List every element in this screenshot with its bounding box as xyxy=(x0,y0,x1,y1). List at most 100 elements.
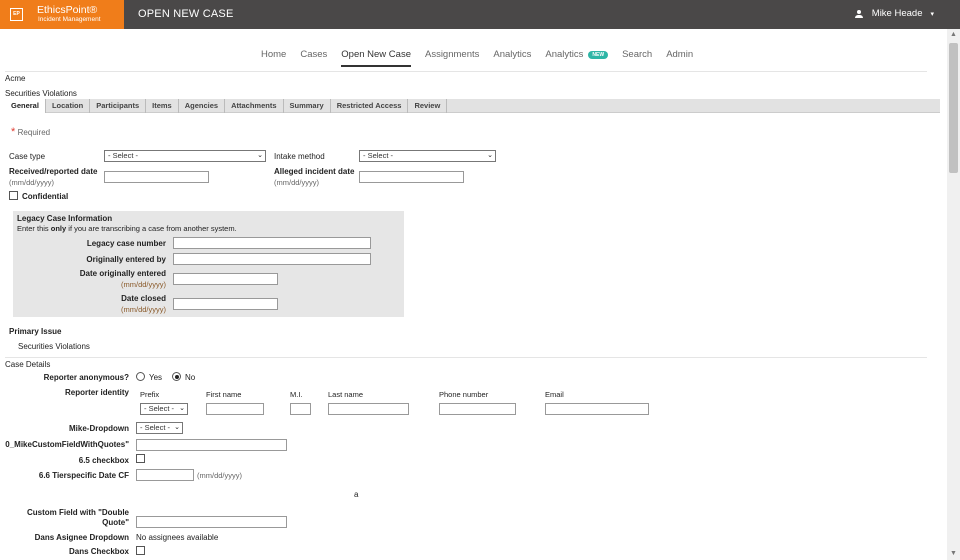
caret-down-icon: ▾ xyxy=(930,10,934,18)
case-type-label: Case type xyxy=(9,152,46,161)
legacy-note-after: if you are transcribing a case from anot… xyxy=(66,224,237,233)
logo-subtitle: Incident Management xyxy=(38,16,101,23)
double-quote-label-line1: Custom Field with "Double xyxy=(26,508,129,517)
originally-entered-by-input[interactable] xyxy=(173,253,371,265)
nav-home[interactable]: Home xyxy=(261,49,286,60)
dans-assignee-value: No assignees available xyxy=(136,533,219,542)
tab-general[interactable]: General xyxy=(5,99,46,113)
legacy-title: Legacy Case Information xyxy=(17,214,113,223)
reporter-anonymous-label: Reporter anonymous? xyxy=(43,373,129,382)
intake-method-label: Intake method xyxy=(274,152,325,161)
legacy-case-number-input[interactable] xyxy=(173,237,371,249)
legacy-note-before: Enter this xyxy=(17,224,51,233)
checkbox-65[interactable] xyxy=(136,454,145,463)
double-quote-label-line2: Quote" xyxy=(102,518,129,527)
nav-cases[interactable]: Cases xyxy=(300,49,327,60)
tab-restricted-access[interactable]: Restricted Access xyxy=(331,99,409,113)
reporter-anonymous-yes-radio[interactable] xyxy=(136,372,145,381)
received-date-label: Received/reported date xyxy=(9,167,98,176)
alleged-date-hint: (mm/dd/yyyy) xyxy=(274,178,319,187)
dans-assignee-label: Dans Asignee Dropdown xyxy=(34,533,129,542)
logo-badge-icon: EP xyxy=(10,8,23,21)
custom-quotes-label: 0_MikeCustomFieldWithQuotes" xyxy=(5,440,129,449)
confidential-checkbox[interactable] xyxy=(9,191,18,200)
tab-participants[interactable]: Participants xyxy=(90,99,147,113)
nav-open-new-case[interactable]: Open New Case xyxy=(341,49,411,67)
intake-method-value: - Select - xyxy=(363,151,394,160)
case-tabs: General Location Participants Items Agen… xyxy=(5,99,940,113)
date-closed-label: Date closed xyxy=(121,294,166,303)
date-66-hint: (mm/dd/yyyy) xyxy=(197,471,242,480)
alleged-date-input[interactable] xyxy=(359,171,464,183)
intake-method-select[interactable]: - Select - ⌄ xyxy=(359,150,496,162)
case-type-select[interactable]: - Select - ⌄ xyxy=(104,150,266,162)
received-date-hint: (mm/dd/yyyy) xyxy=(9,178,54,187)
user-icon xyxy=(854,9,863,18)
tab-items[interactable]: Items xyxy=(146,99,179,113)
legacy-case-number-label: Legacy case number xyxy=(86,239,166,248)
middle-initial-input[interactable] xyxy=(290,403,311,415)
mike-dropdown-value: - Select - xyxy=(140,423,171,432)
required-star-icon: * xyxy=(11,126,16,138)
logo-name: EthicsPoint® xyxy=(37,4,98,16)
tab-agencies[interactable]: Agencies xyxy=(179,99,226,113)
date-originally-entered-input[interactable] xyxy=(173,273,278,285)
mike-dropdown-select[interactable]: - Select - ⌄ xyxy=(136,422,183,434)
tab-summary[interactable]: Summary xyxy=(284,99,331,113)
nav-analytics[interactable]: Analytics xyxy=(493,49,531,60)
scroll-down-icon[interactable]: ▼ xyxy=(947,548,960,560)
scrollbar-thumb[interactable] xyxy=(949,43,958,173)
chevron-down-icon: ⌄ xyxy=(179,405,185,412)
reporter-anonymous-yes-label: Yes xyxy=(149,373,163,382)
user-menu[interactable]: Mike Heade ▾ xyxy=(854,8,934,19)
dans-checkbox[interactable] xyxy=(136,546,145,555)
email-label: Email xyxy=(545,390,564,399)
primary-issue-value: Securities Violations xyxy=(18,342,90,351)
stray-text: a xyxy=(354,490,359,499)
case-category: Securities Violations xyxy=(5,89,77,98)
case-type-value: - Select - xyxy=(108,151,139,160)
date-originally-entered-hint: (mm/dd/yyyy) xyxy=(121,280,166,289)
alleged-date-label: Alleged incident date xyxy=(274,167,355,176)
reporter-anonymous-no-radio[interactable] xyxy=(172,372,181,381)
email-input[interactable] xyxy=(545,403,649,415)
double-quote-input[interactable] xyxy=(136,516,287,528)
legacy-note: Enter this only if you are transcribing … xyxy=(17,224,237,233)
originally-entered-by-label: Originally entered by xyxy=(86,255,166,264)
top-bar: EP EthicsPoint® Incident Management OPEN… xyxy=(0,0,960,29)
chevron-down-icon: ⌄ xyxy=(487,152,493,159)
primary-issue-label: Primary Issue xyxy=(9,327,62,336)
date-originally-entered-label: Date originally entered xyxy=(79,269,166,278)
page-scrollbar[interactable]: ▲ ▼ xyxy=(947,29,960,560)
nav-analytics-new-label: Analytics xyxy=(545,49,584,60)
first-name-label: First name xyxy=(206,390,242,399)
phone-number-input[interactable] xyxy=(439,403,516,415)
phone-number-label: Phone number xyxy=(439,390,489,399)
scroll-up-icon[interactable]: ▲ xyxy=(947,29,960,41)
chevron-down-icon: ⌄ xyxy=(257,152,263,159)
case-details-title: Case Details xyxy=(5,360,51,369)
tab-attachments[interactable]: Attachments xyxy=(225,99,284,113)
main-nav: Home Cases Open New Case Assignments Ana… xyxy=(261,42,707,67)
nav-search[interactable]: Search xyxy=(622,49,652,60)
date-closed-hint: (mm/dd/yyyy) xyxy=(121,305,166,314)
ethicspoint-logo[interactable]: EP EthicsPoint® Incident Management xyxy=(0,0,124,29)
prefix-select[interactable]: - Select - ⌄ xyxy=(140,403,188,415)
page-heading: OPEN NEW CASE xyxy=(138,8,234,20)
received-date-input[interactable] xyxy=(104,171,209,183)
date-66-input[interactable] xyxy=(136,469,194,481)
confidential-label: Confidential xyxy=(22,192,69,201)
date-closed-input[interactable] xyxy=(173,298,278,310)
required-label: Required xyxy=(17,128,51,137)
nav-analytics-new[interactable]: Analytics NEW xyxy=(545,49,609,60)
new-badge: NEW xyxy=(588,51,609,59)
custom-quotes-input[interactable] xyxy=(136,439,287,451)
last-name-input[interactable] xyxy=(328,403,409,415)
legacy-note-bold: only xyxy=(50,224,67,233)
tab-review[interactable]: Review xyxy=(408,99,448,113)
nav-assignments[interactable]: Assignments xyxy=(425,49,479,60)
reporter-anonymous-no-label: No xyxy=(185,373,196,382)
nav-admin[interactable]: Admin xyxy=(666,49,693,60)
first-name-input[interactable] xyxy=(206,403,264,415)
tab-location[interactable]: Location xyxy=(46,99,91,113)
